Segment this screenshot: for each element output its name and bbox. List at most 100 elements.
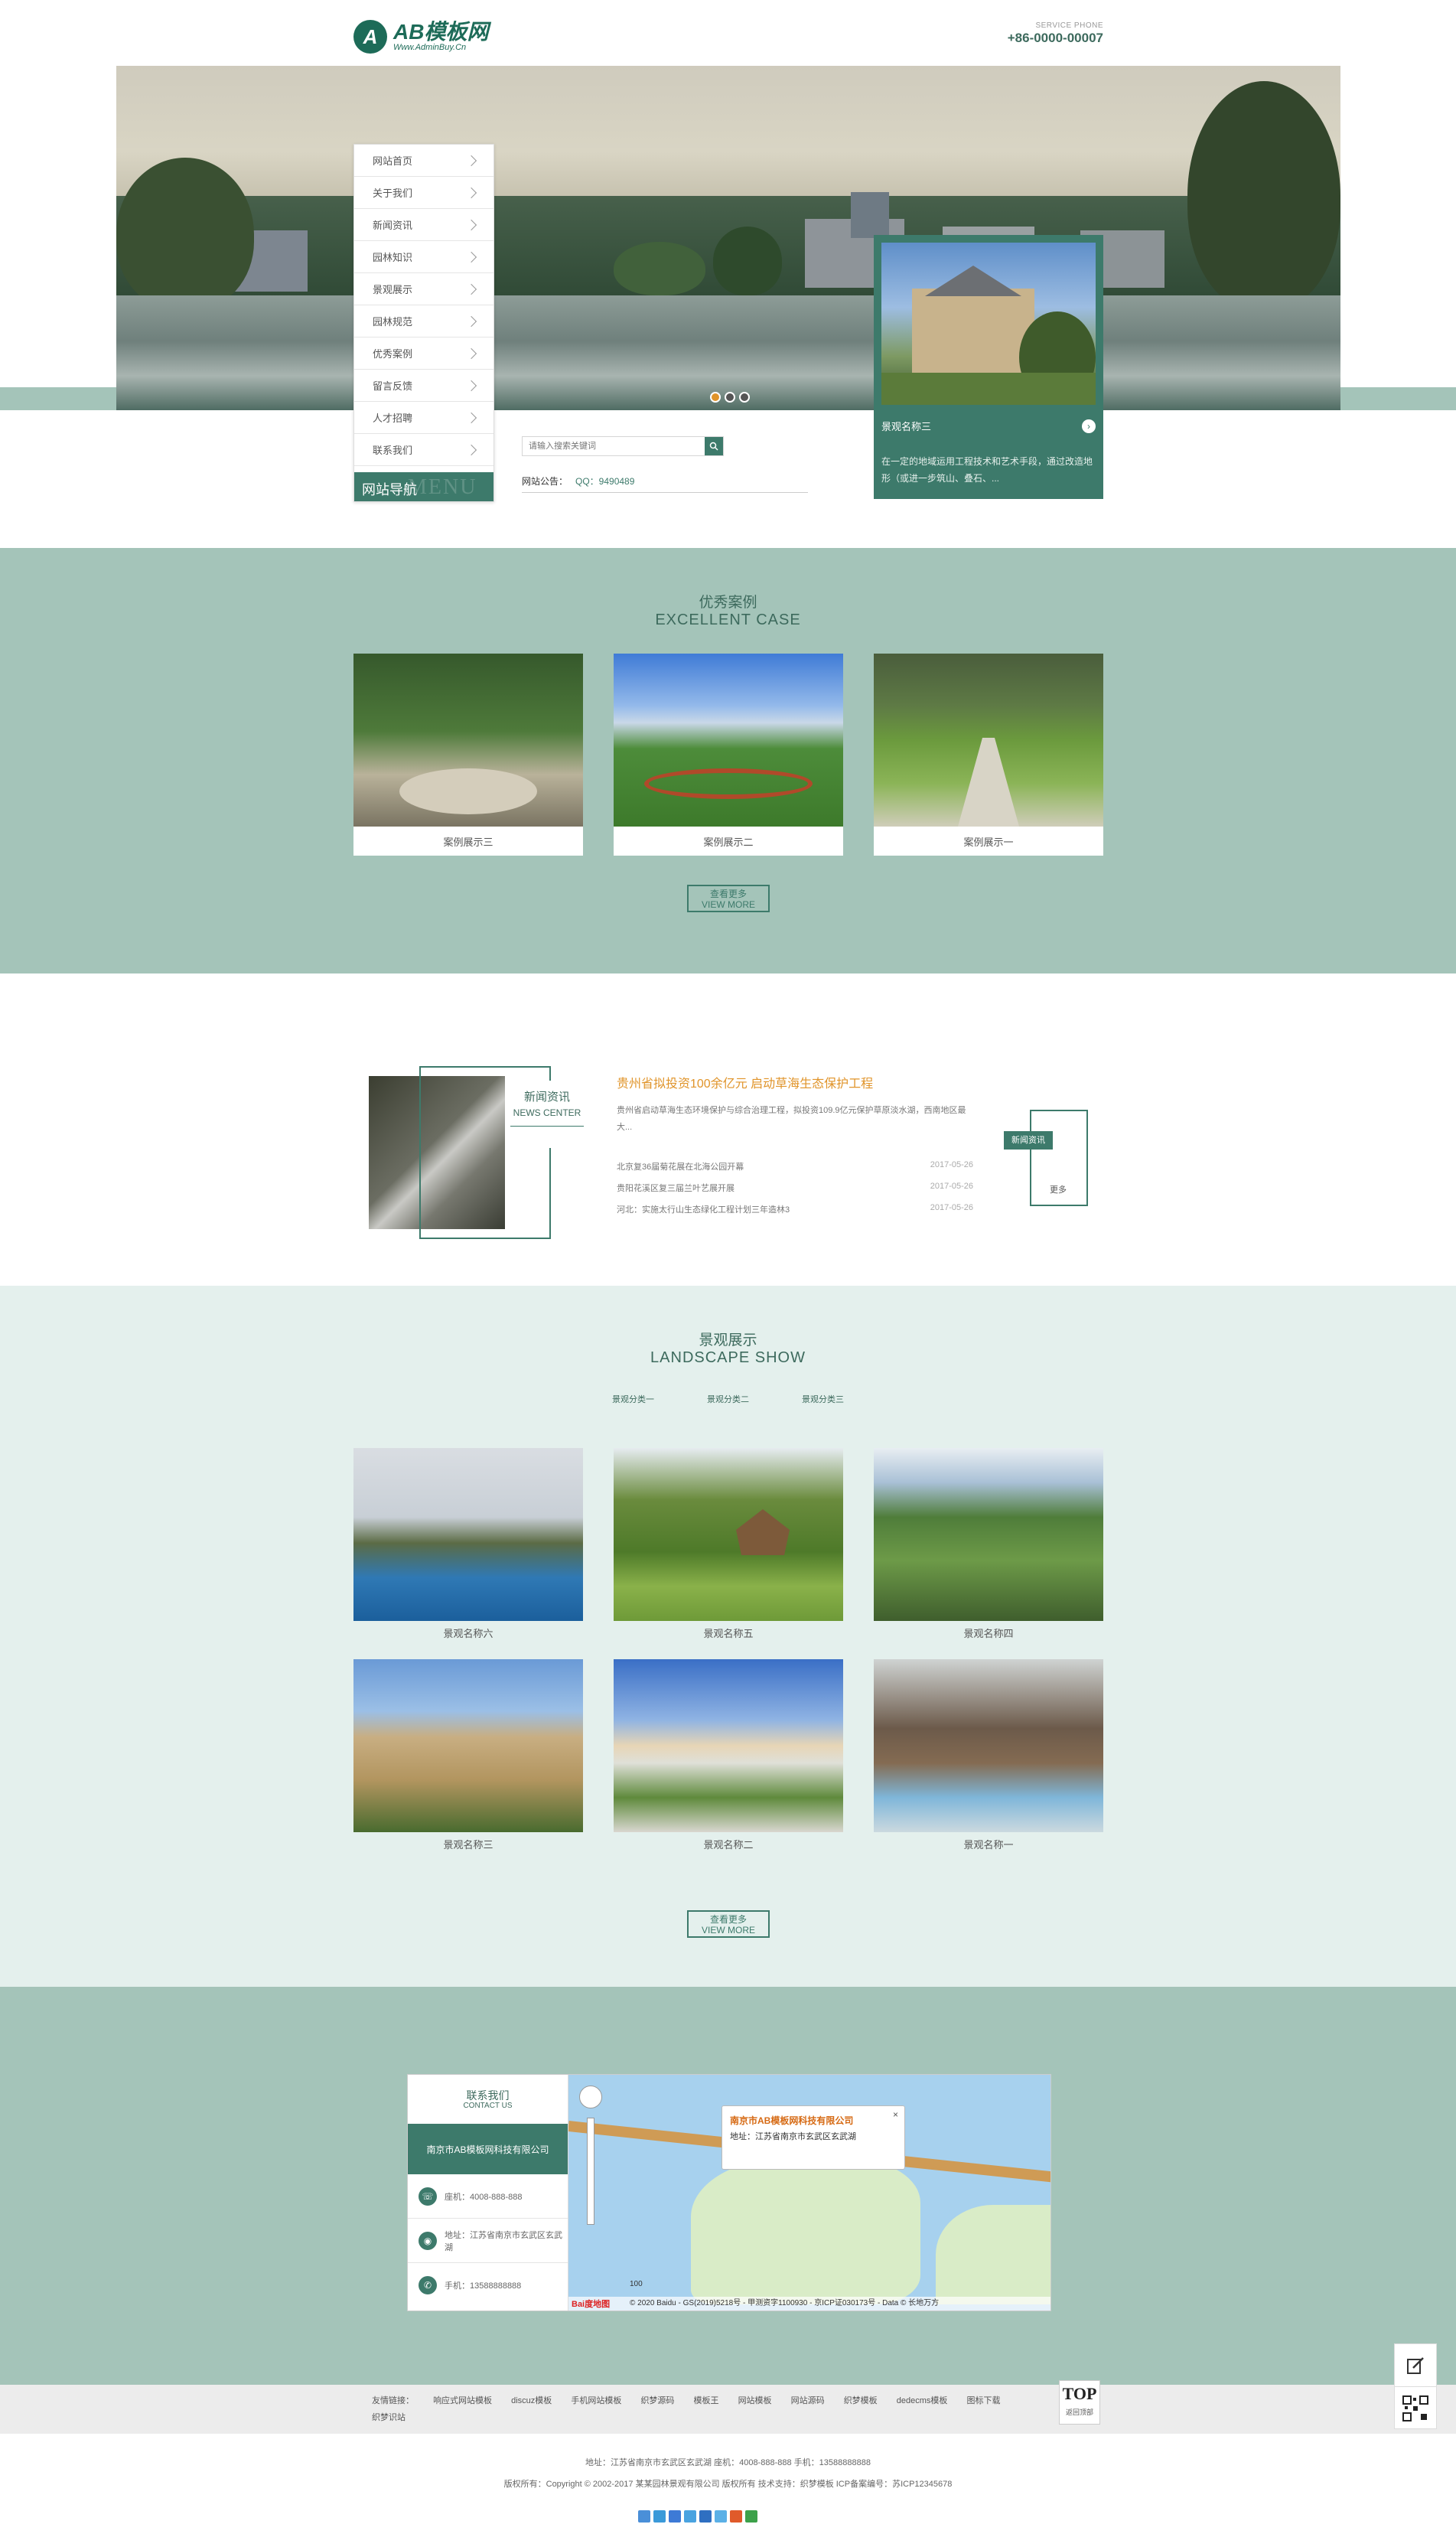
- case-image[interactable]: [353, 654, 583, 827]
- landscape-image[interactable]: [353, 1659, 583, 1832]
- friend-link[interactable]: 网站源码: [791, 2396, 825, 2405]
- search-icon: [709, 442, 718, 451]
- nav-item-contact[interactable]: 联系我们: [354, 434, 493, 466]
- news-item[interactable]: 河北：实施太行山生态绿化工程计划三年造林3 2017-05-26: [617, 1203, 973, 1225]
- close-icon[interactable]: ×: [893, 2109, 898, 2120]
- landscape-view-more-button[interactable]: 查看更多 VIEW MORE: [687, 1910, 770, 1938]
- friend-link[interactable]: 织梦识站: [372, 2413, 406, 2422]
- search-button[interactable]: [705, 437, 723, 455]
- case-image[interactable]: [614, 654, 843, 827]
- news-item[interactable]: 北京复36届菊花展在北海公园开幕 2017-05-26: [617, 1160, 973, 1182]
- friend-link[interactable]: 织梦模板: [844, 2396, 878, 2405]
- edit-icon[interactable]: [1395, 2344, 1436, 2387]
- contact-title: 联系我们 CONTACT US: [463, 2089, 513, 2110]
- floating-tools: [1394, 2343, 1437, 2429]
- search-input[interactable]: [523, 437, 705, 455]
- tab-category-1[interactable]: 景观分类一: [612, 1393, 654, 1405]
- share-sohu-icon[interactable]: [730, 2510, 742, 2523]
- chevron-right-icon: [465, 315, 477, 327]
- map-scale: 100: [630, 2280, 643, 2288]
- nav-item-cases[interactable]: 优秀案例: [354, 338, 493, 370]
- feature-card[interactable]: 景观名称三 › 在一定的地域运用工程技术和艺术手段，通过改造地形（或进一步筑山、…: [874, 235, 1103, 499]
- arrow-right-icon[interactable]: ›: [1082, 419, 1096, 433]
- links-label: 友情链接：: [372, 2396, 414, 2405]
- landscape-caption[interactable]: 景观名称五: [614, 1626, 843, 1640]
- news-more-link[interactable]: 更多: [1050, 1183, 1067, 1195]
- landscape-caption[interactable]: 景观名称六: [353, 1626, 583, 1640]
- share-douban-icon[interactable]: [715, 2510, 727, 2523]
- case-image[interactable]: [874, 654, 1103, 827]
- qrcode-icon[interactable]: [1395, 2387, 1436, 2430]
- landscape-image[interactable]: [614, 1659, 843, 1832]
- nav-footer: 网站导航 MENU: [354, 472, 493, 501]
- nav-item-home[interactable]: 网站首页: [354, 145, 493, 177]
- nav-item-landscape[interactable]: 景观展示: [354, 273, 493, 305]
- landscape-caption[interactable]: 景观名称四: [874, 1626, 1103, 1640]
- notice-label: 网站公告：: [522, 476, 568, 487]
- landscape-caption[interactable]: 景观名称三: [353, 1837, 583, 1851]
- friend-link[interactable]: 织梦源码: [640, 2396, 674, 2405]
- nav-item-feedback[interactable]: 留言反馈: [354, 370, 493, 402]
- friend-link[interactable]: discuz模板: [511, 2396, 552, 2405]
- location-icon: ◉: [419, 2231, 437, 2250]
- news-headline[interactable]: 贵州省拟投资100余亿元 启动草海生态保护工程: [617, 1073, 1015, 1091]
- friend-link[interactable]: 响应式网站模板: [433, 2396, 492, 2405]
- share-tencent-icon[interactable]: [684, 2510, 696, 2523]
- phone-icon: ☏: [419, 2187, 437, 2206]
- baidu-logo: Bai度地图: [572, 2300, 611, 2309]
- share-qq-icon[interactable]: [669, 2510, 681, 2523]
- nav-item-news[interactable]: 新闻资讯: [354, 209, 493, 241]
- landscape-image[interactable]: [874, 1448, 1103, 1621]
- nav-item-about[interactable]: 关于我们: [354, 177, 493, 209]
- friend-link[interactable]: dedecms模板: [897, 2396, 948, 2405]
- chevron-right-icon: [465, 283, 477, 295]
- cases-view-more-button[interactable]: 查看更多 VIEW MORE: [687, 885, 770, 912]
- baidu-map[interactable]: 南京市AB模板网科技有限公司 地址：江苏省南京市玄武区玄武湖 × 100 © 2…: [568, 2075, 1050, 2311]
- chevron-right-icon: [465, 155, 477, 166]
- banner-dot[interactable]: [739, 392, 750, 403]
- banner-dot[interactable]: [725, 392, 735, 403]
- search-bar: [522, 436, 724, 456]
- friend-link[interactable]: 手机网站模板: [571, 2396, 621, 2405]
- nav-item-knowledge[interactable]: 园林知识: [354, 241, 493, 273]
- map-zoom-slider[interactable]: [587, 2118, 594, 2225]
- case-card[interactable]: 案例展示三: [353, 654, 583, 856]
- cases-title: 优秀案例 EXCELLENT CASE: [655, 595, 801, 628]
- friend-links: 友情链接： 响应式网站模板 discuz模板 手机网站模板 织梦源码 模板王 网…: [372, 2392, 1053, 2426]
- nav-item-standards[interactable]: 园林规范: [354, 305, 493, 338]
- share-weibo-icon[interactable]: [653, 2510, 666, 2523]
- case-caption[interactable]: 案例展示一: [874, 827, 1103, 856]
- friend-link[interactable]: 模板王: [694, 2396, 719, 2405]
- contact-panel: 联系我们 CONTACT US 南京市AB模板网科技有限公司 ☏ 座机：4008-…: [408, 2075, 568, 2311]
- chevron-right-icon: [465, 444, 477, 455]
- map-pan-control[interactable]: [579, 2086, 602, 2108]
- friend-link[interactable]: 网站模板: [738, 2396, 772, 2405]
- case-caption[interactable]: 案例展示三: [353, 827, 583, 856]
- banner-pager: [710, 392, 750, 403]
- landscape-caption[interactable]: 景观名称二: [614, 1837, 843, 1851]
- share-more-icon[interactable]: [745, 2510, 757, 2523]
- footer-copyright: 版权所有：Copyright © 2002-2017 某某园林景观有限公司 版权…: [503, 2480, 953, 2489]
- share-renren-icon[interactable]: [699, 2510, 712, 2523]
- landscape-caption[interactable]: 景观名称一: [874, 1837, 1103, 1851]
- case-card[interactable]: 案例展示一: [874, 654, 1103, 856]
- landscape-image[interactable]: [874, 1659, 1103, 1832]
- site-logo[interactable]: A AB模板网 Www.AdminBuy.Cn: [353, 17, 507, 57]
- back-to-top-button[interactable]: TOP 返回顶部: [1059, 2380, 1100, 2425]
- tab-category-2[interactable]: 景观分类二: [707, 1393, 749, 1405]
- landscape-tabs: 景观分类一 景观分类二 景观分类三: [612, 1393, 844, 1405]
- landscape-image[interactable]: [614, 1448, 843, 1621]
- nav-item-jobs[interactable]: 人才招聘: [354, 402, 493, 434]
- case-card[interactable]: 案例展示二: [614, 654, 843, 856]
- case-caption[interactable]: 案例展示二: [614, 827, 843, 856]
- tab-category-3[interactable]: 景观分类三: [802, 1393, 844, 1405]
- share-qzone-icon[interactable]: [638, 2510, 650, 2523]
- friend-link[interactable]: 图标下载: [966, 2396, 1000, 2405]
- mobile-icon: ✆: [419, 2276, 437, 2294]
- notice-text[interactable]: QQ：9490489: [575, 475, 634, 492]
- landscape-image[interactable]: [353, 1448, 583, 1621]
- feature-image[interactable]: [881, 243, 1096, 405]
- banner-dot[interactable]: [710, 392, 721, 403]
- news-item[interactable]: 贵阳花溪区复三届兰叶艺展开展 2017-05-26: [617, 1182, 973, 1203]
- chevron-right-icon: [465, 380, 477, 391]
